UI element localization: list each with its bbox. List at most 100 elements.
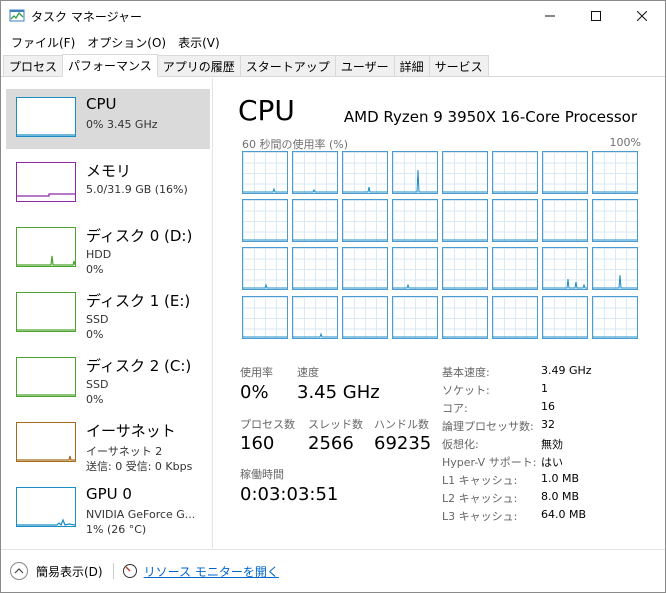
spec-value: 無効 (541, 438, 563, 451)
sidebar-item-ethernet[interactable]: イーサネット イーサネット 2 送信: 0 受信: 0 Kbps (6, 414, 210, 474)
threads-value: 2566 (308, 433, 354, 454)
sidebar-item-detail: 0% (86, 263, 104, 276)
tab-performance[interactable]: パフォーマンス (62, 54, 158, 77)
sidebar-item-detail: 5.0/31.9 GB (16%) (86, 183, 188, 196)
gpu-thumbnail-graph (16, 487, 76, 527)
core-graph (392, 199, 438, 242)
window-title: タスク マネージャー (31, 9, 142, 24)
graph-caption: 60 秒間の使用率 (%) (242, 138, 349, 151)
spec-value: 16 (541, 400, 555, 413)
processes-label: プロセス数 (240, 418, 295, 431)
core-graph (592, 247, 638, 290)
sidebar-item-gpu-0[interactable]: GPU 0 NVIDIA GeForce G... 1% (26 °C) (6, 479, 210, 539)
sidebar-item-detail: イーサネット 2 (86, 445, 163, 458)
tab-services[interactable]: サービス (428, 55, 489, 76)
menu-view[interactable]: 表示(V) (172, 34, 226, 51)
bottom-bar: 簡易表示(D) リソース モニターを開く (1, 549, 665, 592)
sidebar-item-detail: 0% (86, 328, 104, 341)
maximize-button[interactable] (573, 1, 619, 31)
divider (112, 563, 114, 579)
tab-details[interactable]: 詳細 (393, 55, 430, 76)
tab-bar: プロセス パフォーマンス アプリの履歴 スタートアップ ユーザー 詳細 サービス (1, 54, 665, 77)
handles-label: ハンドル数 (374, 418, 429, 431)
menu-options[interactable]: オプション(O) (81, 34, 172, 51)
sidebar-item-title: CPU (86, 95, 117, 113)
spec-value: 64.0 MB (541, 508, 587, 521)
sidebar-item-title: ディスク 2 (C:) (86, 357, 192, 375)
memory-thumbnail-graph (16, 162, 76, 202)
core-graph (292, 247, 338, 290)
sidebar-item-detail: 送信: 0 受信: 0 Kbps (86, 460, 193, 473)
sidebar-item-title: GPU 0 (86, 485, 132, 503)
performance-sidebar: CPU 0% 3.45 GHz メモリ 5.0/31.9 GB (16%) ディ… (1, 78, 213, 548)
core-graph (442, 151, 488, 194)
title-bar: タスク マネージャー (1, 1, 665, 31)
chevron-up-icon[interactable] (10, 562, 28, 580)
spec-value: 32 (541, 418, 555, 431)
core-graph (292, 151, 338, 194)
core-graph (592, 199, 638, 242)
sidebar-item-detail: HDD (86, 248, 112, 261)
spec-label: Hyper-V サポート: (442, 456, 537, 469)
sidebar-item-cpu[interactable]: CPU 0% 3.45 GHz (6, 89, 210, 149)
maximize-icon (591, 11, 601, 21)
task-manager-window: タスク マネージャー ファイル(F) オプション(O) 表示(V) プロセス パ… (0, 0, 666, 593)
sidebar-item-memory[interactable]: メモリ 5.0/31.9 GB (16%) (6, 154, 210, 214)
core-graph (492, 199, 538, 242)
utilization-label: 使用率 (240, 366, 273, 379)
sidebar-item-detail: SSD (86, 313, 109, 326)
core-graph (392, 247, 438, 290)
spec-value: 1 (541, 382, 548, 395)
core-graph (342, 247, 388, 290)
ethernet-thumbnail-graph (16, 422, 76, 462)
core-graph (292, 296, 338, 339)
core-graph (342, 296, 388, 339)
sidebar-item-detail: 0% 3.45 GHz (86, 118, 158, 131)
core-graph (542, 296, 588, 339)
disk1-thumbnail-graph (16, 292, 76, 332)
sidebar-item-title: イーサネット (86, 422, 176, 440)
processes-value: 160 (240, 433, 275, 454)
minimize-button[interactable] (527, 1, 573, 31)
core-graph (592, 151, 638, 194)
spec-label: コア: (442, 402, 468, 415)
resource-monitor-icon (122, 564, 137, 578)
sidebar-item-disk-1[interactable]: ディスク 1 (E:) SSD 0% (6, 284, 210, 344)
disk2-thumbnail-graph (16, 357, 76, 397)
logical-processor-graphs[interactable] (242, 151, 640, 339)
graph-max-label: 100% (609, 136, 641, 149)
sidebar-item-disk-2[interactable]: ディスク 2 (C:) SSD 0% (6, 349, 210, 409)
minimize-icon (545, 15, 555, 17)
core-graph (342, 151, 388, 194)
core-graph (492, 247, 538, 290)
sidebar-item-detail: 0% (86, 393, 104, 406)
utilization-value: 0% (240, 382, 269, 403)
core-graph (242, 199, 288, 242)
menu-file[interactable]: ファイル(F) (5, 34, 81, 51)
tab-app-history[interactable]: アプリの履歴 (156, 55, 241, 76)
core-graph (392, 151, 438, 194)
tab-startup[interactable]: スタートアップ (239, 55, 336, 76)
threads-label: スレッド数 (308, 418, 363, 431)
open-resource-monitor-link[interactable]: リソース モニターを開く (144, 563, 279, 580)
spec-label: 論理プロセッサ数: (442, 420, 534, 433)
spec-label: L2 キャッシュ: (442, 492, 518, 505)
core-graph (542, 247, 588, 290)
processor-name: AMD Ryzen 9 3950X 16-Core Processor (343, 108, 637, 126)
tab-processes[interactable]: プロセス (3, 55, 64, 76)
speed-value: 3.45 GHz (297, 382, 380, 403)
fewer-details-button[interactable]: 簡易表示(D) (36, 563, 103, 580)
sidebar-item-disk-0[interactable]: ディスク 0 (D:) HDD 0% (6, 219, 210, 279)
spec-label: 基本速度: (442, 366, 490, 379)
sidebar-item-detail: NVIDIA GeForce G... (86, 508, 196, 521)
menu-bar: ファイル(F) オプション(O) 表示(V) (1, 31, 226, 53)
close-button[interactable] (619, 1, 665, 31)
page-title: CPU (238, 94, 295, 127)
sidebar-item-detail: 1% (26 °C) (86, 523, 147, 536)
core-graph (442, 247, 488, 290)
spec-label: L1 キャッシュ: (442, 474, 518, 487)
tab-users[interactable]: ユーザー (334, 55, 395, 76)
spec-value: 1.0 MB (541, 472, 580, 485)
uptime-label: 稼働時間 (240, 468, 284, 481)
core-graph (542, 199, 588, 242)
